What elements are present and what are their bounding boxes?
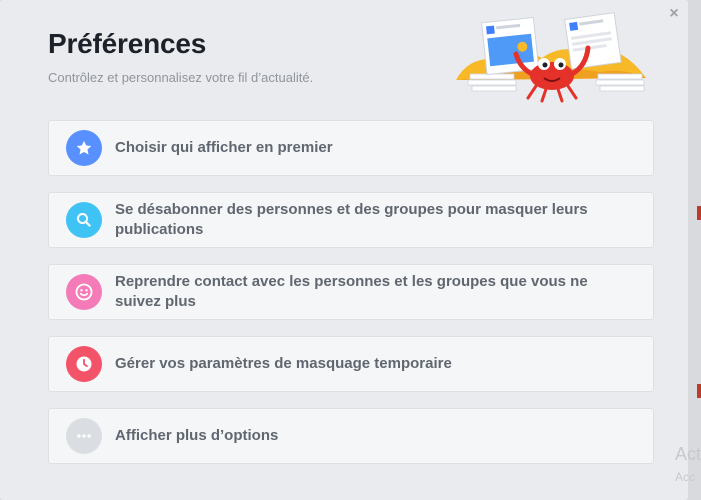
option-label: Se désabonner des personnes et des group… (115, 201, 588, 238)
star-icon (66, 130, 102, 166)
close-icon[interactable]: × (664, 4, 684, 24)
option-label: Choisir qui afficher en premier (115, 139, 333, 156)
search-icon (66, 202, 102, 238)
background-watermark: Acc (675, 470, 696, 484)
dialog-subtitle: Contrôlez et personnalisez votre fil d’a… (48, 70, 314, 85)
background-edge-mark (697, 384, 701, 398)
option-reconnect[interactable]: Reprendre contact avec les personnes et … (48, 264, 654, 320)
smiley-icon (66, 274, 102, 310)
option-more[interactable]: Afficher plus d’options (48, 408, 654, 464)
more-icon (66, 418, 102, 454)
background-edge-mark (697, 206, 701, 220)
background-watermark: Act (675, 444, 701, 464)
options-list: Choisir qui afficher en premier Se désab… (48, 120, 654, 480)
option-label: Afficher plus d’options (115, 427, 279, 444)
option-see-first[interactable]: Choisir qui afficher en premier (48, 120, 654, 176)
crab-illustration (456, 12, 646, 103)
option-snooze[interactable]: Gérer vos paramètres de masquage tempora… (48, 336, 654, 392)
preferences-dialog: × Préférences Contrôlez et personnalisez… (0, 0, 688, 500)
option-label: Gérer vos paramètres de masquage tempora… (115, 355, 452, 372)
clock-icon (66, 346, 102, 382)
dialog-title: Préférences (48, 28, 207, 59)
option-unfollow[interactable]: Se désabonner des personnes et des group… (48, 192, 654, 248)
option-label: Reprendre contact avec les personnes et … (115, 273, 588, 310)
